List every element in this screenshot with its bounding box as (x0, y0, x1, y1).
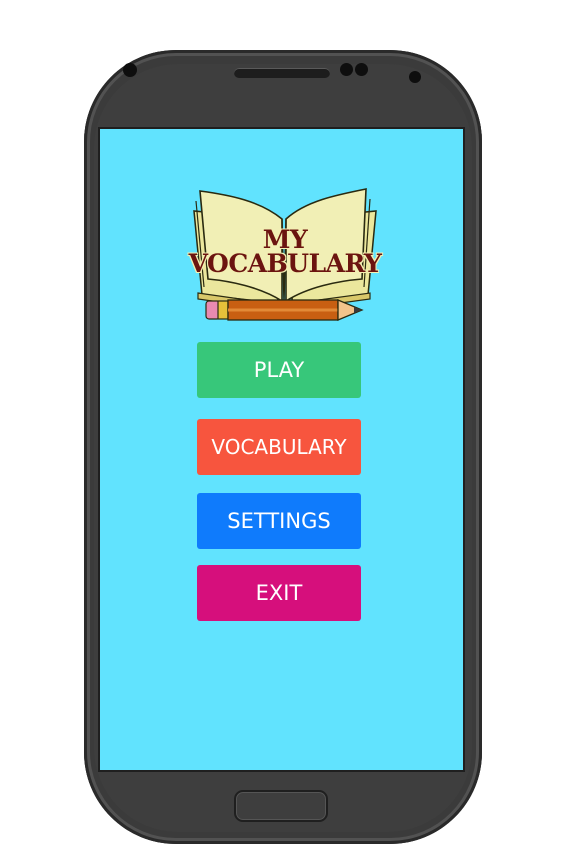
light-sensor-icon (355, 63, 368, 76)
play-button[interactable]: PLAY (197, 342, 361, 398)
proximity-sensor-icon (340, 63, 353, 76)
secondary-camera-icon (409, 71, 421, 83)
logo-title-line2: VOCABULARY (188, 249, 382, 278)
home-button-icon[interactable] (234, 790, 328, 822)
front-camera-icon (123, 63, 137, 77)
settings-button[interactable]: SETTINGS (197, 493, 361, 549)
speaker-grille-icon (234, 68, 330, 78)
exit-button[interactable]: EXIT (197, 565, 361, 621)
vocabulary-button[interactable]: VOCABULARY (197, 419, 361, 475)
app-logo: MY VOCABULARY (180, 183, 390, 325)
